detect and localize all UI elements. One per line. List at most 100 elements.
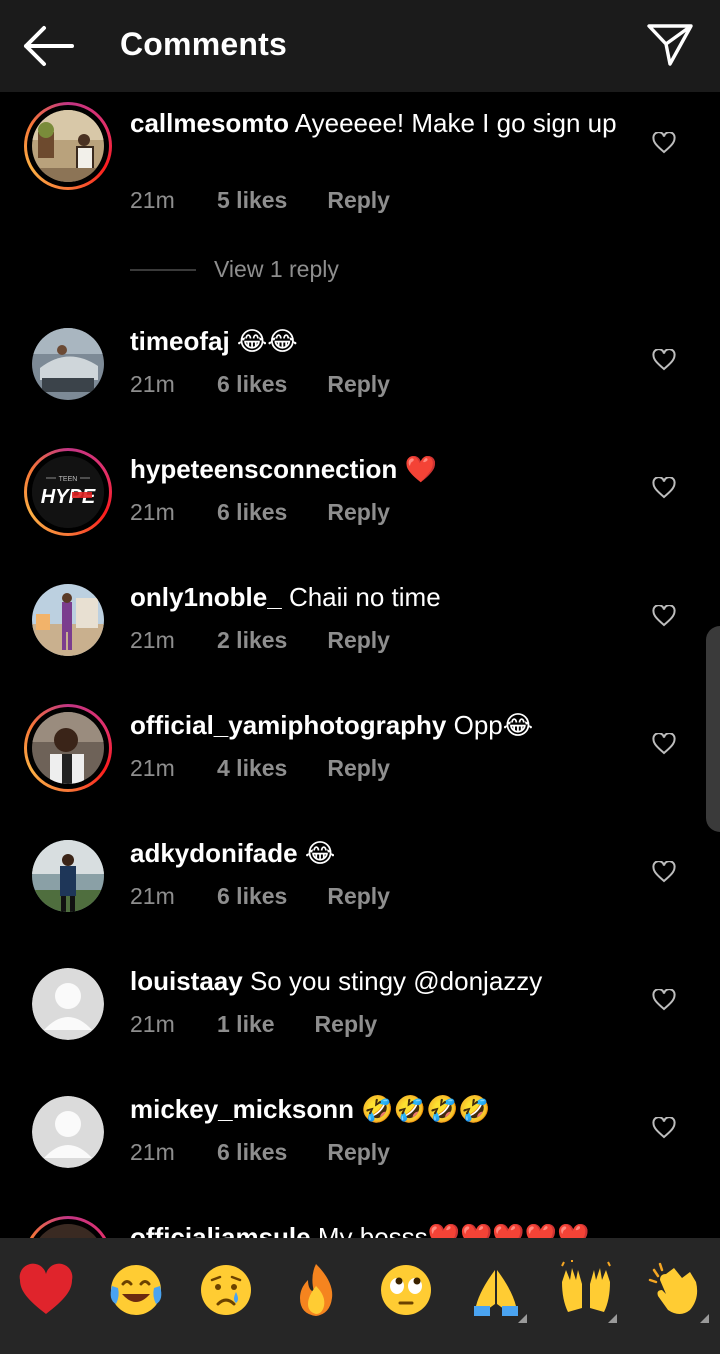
default-avatar-icon — [32, 1096, 104, 1168]
avatar[interactable] — [32, 584, 104, 656]
comment-text: official_yamiphotography Opp😂 — [130, 708, 620, 742]
share-button[interactable] — [646, 22, 694, 68]
comment-text: officialiamsule My bosss❤️❤️❤️❤️❤️ — [130, 1220, 620, 1238]
like-heart-icon[interactable] — [652, 988, 676, 1011]
comment-likes[interactable]: 5 likes — [217, 187, 287, 214]
comment-likes[interactable]: 6 likes — [217, 883, 287, 910]
comment-item: mickey_micksonn 🤣🤣🤣🤣 21m 6 likes Reply — [0, 1084, 720, 1204]
comment-meta: 21m 6 likes Reply — [130, 883, 390, 910]
avatar[interactable] — [32, 328, 104, 400]
comment-meta: 21m 6 likes Reply — [130, 499, 390, 526]
emoji-reaction-bar — [0, 1238, 720, 1354]
comment-username[interactable]: only1noble_ — [130, 582, 282, 612]
back-button[interactable] — [22, 24, 74, 68]
comment-text: adkydonifade 😂 — [130, 836, 620, 870]
red-heart-emoji-button[interactable] — [16, 1260, 76, 1320]
comment-likes[interactable]: 6 likes — [217, 1139, 287, 1166]
comment-username[interactable]: official_yamiphotography — [130, 710, 446, 740]
comment-meta: 21m 6 likes Reply — [130, 1139, 390, 1166]
comment-username[interactable]: mickey_micksonn — [130, 1094, 354, 1124]
comment-username[interactable]: louistaay — [130, 966, 243, 996]
avatar — [32, 712, 104, 784]
comment-body: ❤️ — [404, 454, 437, 484]
avatar — [32, 110, 104, 182]
folded-hands-emoji-button[interactable] — [466, 1260, 527, 1323]
comment-item: only1noble_ Chaii no time 21m 2 likes Repl… — [0, 572, 720, 692]
avatar[interactable] — [32, 1096, 104, 1168]
avatar-story-ring[interactable]: TEEN HYPE — [24, 448, 112, 536]
reply-button[interactable]: Reply — [327, 627, 390, 654]
comment-time: 21m — [130, 1011, 175, 1037]
comment-body: Ayeeeee! Make I go sign up — [294, 108, 617, 138]
view-replies-label[interactable]: View 1 reply — [214, 256, 339, 283]
comments-list[interactable]: callmesomto Ayeeeee! Make I go sign up 2… — [0, 92, 720, 1238]
avatar-story-ring[interactable] — [24, 1216, 112, 1238]
comment-username[interactable]: timeofaj — [130, 326, 230, 356]
clapping-hands-emoji-button[interactable] — [646, 1260, 709, 1323]
comment-item: officialiamsule My bosss❤️❤️❤️❤️❤️ — [0, 1212, 720, 1238]
comment-body: My bosss❤️❤️❤️❤️❤️ — [317, 1222, 590, 1238]
like-heart-icon[interactable] — [652, 604, 676, 627]
avatar-story-ring[interactable] — [24, 102, 112, 190]
comment-meta: 21m 4 likes Reply — [130, 755, 390, 782]
comment-time: 21m — [130, 371, 175, 397]
comment-meta: 21m 5 likes Reply — [130, 187, 390, 214]
comment-likes[interactable]: 6 likes — [217, 371, 287, 398]
like-heart-icon[interactable] — [652, 348, 676, 371]
like-heart-icon[interactable] — [652, 131, 676, 154]
reply-button[interactable]: Reply — [327, 1139, 390, 1166]
comment-time: 21m — [130, 1139, 175, 1165]
comment-body: Opp😂 — [453, 710, 534, 740]
comment-username[interactable]: adkydonifade — [130, 838, 298, 868]
emoji-variant-indicator — [700, 1314, 709, 1323]
reply-button[interactable]: Reply — [327, 371, 390, 398]
reply-button[interactable]: Reply — [315, 1011, 378, 1038]
comment-body: 😂😂 — [236, 326, 298, 356]
comment-text: only1noble_ Chaii no time — [130, 580, 620, 614]
paper-plane-icon — [647, 24, 693, 66]
like-heart-icon[interactable] — [652, 1116, 676, 1139]
hype-logo-small: TEEN — [59, 476, 78, 483]
comment-time: 21m — [130, 187, 175, 213]
page-title: Comments — [120, 26, 287, 62]
comment-body: So you stingy @donjazzy — [249, 966, 543, 996]
comment-likes[interactable]: 4 likes — [217, 755, 287, 782]
comment-meta: 21m 6 likes Reply — [130, 371, 390, 398]
comment-meta: 21m 2 likes Reply — [130, 627, 390, 654]
default-avatar-icon — [32, 968, 104, 1040]
comment-username[interactable]: hypeteensconnection — [130, 454, 397, 484]
reply-button[interactable]: Reply — [327, 499, 390, 526]
tears-of-joy-emoji-button[interactable] — [106, 1260, 166, 1320]
comment-username[interactable]: officialiamsule — [130, 1222, 311, 1238]
avatar[interactable] — [32, 840, 104, 912]
like-heart-icon[interactable] — [652, 476, 676, 499]
comment-time: 21m — [130, 883, 175, 909]
like-heart-icon[interactable] — [652, 860, 676, 883]
comment-likes[interactable]: 6 likes — [217, 499, 287, 526]
like-heart-icon[interactable] — [652, 732, 676, 755]
comment-time: 21m — [130, 627, 175, 653]
emoji-variant-indicator — [608, 1314, 617, 1323]
comment-text: callmesomto Ayeeeee! Make I go sign up — [130, 106, 620, 140]
comment-item: timeofaj 😂😂 21m 6 likes Reply — [0, 316, 720, 436]
avatar: TEEN HYPE — [32, 456, 104, 528]
comment-text: mickey_micksonn 🤣🤣🤣🤣 — [130, 1092, 620, 1126]
avatar-story-ring[interactable] — [24, 704, 112, 792]
comment-username[interactable]: callmesomto — [130, 108, 289, 138]
emoji-variant-indicator — [518, 1314, 527, 1323]
comment-body: 😂 — [304, 838, 336, 868]
reply-button[interactable]: Reply — [327, 883, 390, 910]
reply-button[interactable]: Reply — [327, 187, 390, 214]
raising-hands-emoji-button[interactable] — [556, 1260, 617, 1323]
sad-relieved-emoji-button[interactable] — [196, 1260, 256, 1320]
fire-emoji-button[interactable] — [286, 1260, 346, 1320]
avatar[interactable] — [32, 968, 104, 1040]
eye-roll-emoji-button[interactable] — [376, 1260, 436, 1320]
replies-divider — [130, 269, 196, 271]
top-bar: Comments — [0, 0, 720, 92]
comment-likes[interactable]: 2 likes — [217, 627, 287, 654]
arrow-left-icon — [24, 26, 74, 66]
comment-likes[interactable]: 1 like — [217, 1011, 275, 1038]
reply-button[interactable]: Reply — [327, 755, 390, 782]
scrollbar-handle[interactable] — [706, 626, 720, 832]
